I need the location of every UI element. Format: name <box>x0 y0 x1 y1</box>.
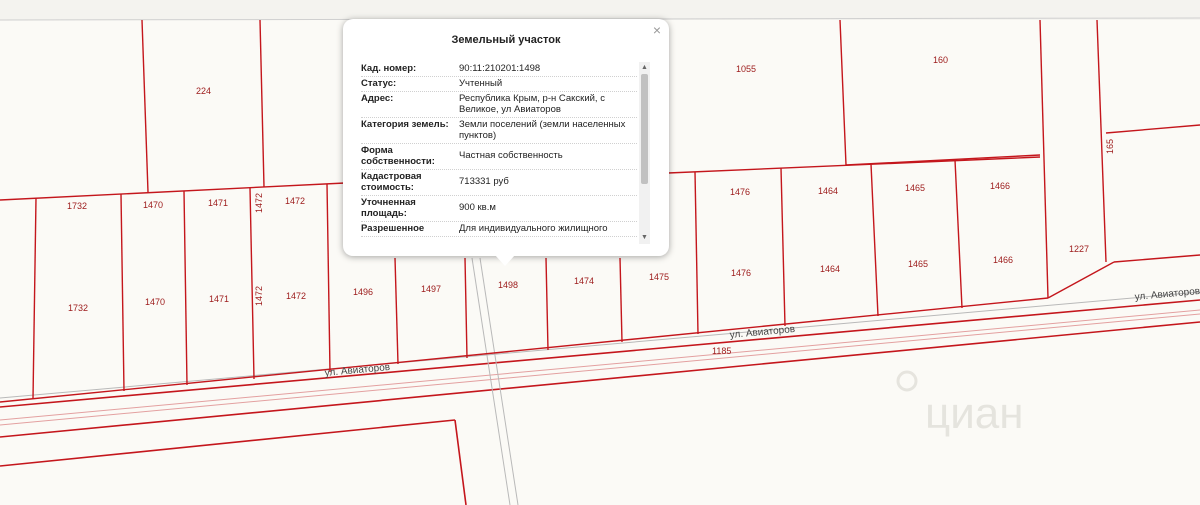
parcel-label: 1466 <box>990 181 1010 191</box>
parcel-label: 1732 <box>68 303 88 313</box>
attribute-row: Кад. номер: 90:11:210201:1498 <box>361 62 637 77</box>
watermark-text: циан <box>925 389 1024 438</box>
attribute-row: Адрес: Республика Крым, р-н Сакский, с В… <box>361 92 637 118</box>
parcel-label: 1472 <box>285 196 305 206</box>
attribute-key: Разрешенное <box>361 223 425 234</box>
attribute-key: Кад. номер: <box>361 63 417 74</box>
attribute-key: Категория земель: <box>361 119 449 130</box>
attribute-key: Уточненная площадь: <box>361 197 416 219</box>
parcel-label: 1464 <box>820 264 840 274</box>
attribute-row: Статус: Учтенный <box>361 77 637 92</box>
attribute-value: 713331 руб <box>459 176 509 187</box>
attribute-row: Разрешенное Для индивидуального жилищног… <box>361 222 637 237</box>
parcel-label: 1472 <box>254 286 264 306</box>
attribute-value: Земли поселений (земли населенных пункто… <box>459 119 626 141</box>
attribute-value: 900 кв.м <box>459 202 496 213</box>
attribute-row: Форма собственности: Частная собственнос… <box>361 144 637 170</box>
parcel-label: 1465 <box>908 259 928 269</box>
parcel-label: 1466 <box>993 255 1013 265</box>
parcel-label: 1055 <box>736 64 756 74</box>
attribute-key: Статус: <box>361 78 397 89</box>
parcel-label: 1476 <box>731 268 751 278</box>
parcel-label: 160 <box>933 55 948 65</box>
parcel-label: 165 <box>1105 139 1115 154</box>
parcel-label: 1474 <box>574 276 594 286</box>
scroll-up-icon[interactable]: ▲ <box>639 64 650 72</box>
popup-pointer <box>495 255 515 266</box>
watermark-logo: циан <box>896 370 1024 438</box>
close-icon[interactable]: × <box>653 22 661 38</box>
parcel-label: 1498 <box>498 280 518 290</box>
parcel-label: 1472 <box>286 291 306 301</box>
street-label: ул. Авиаторов <box>324 362 390 379</box>
attribute-key: Форма собственности: <box>361 145 435 167</box>
parcel-label: 1470 <box>145 297 165 307</box>
parcel-label: 1227 <box>1069 244 1089 254</box>
parcel-label: 1476 <box>730 187 750 197</box>
parcel-label: 1497 <box>421 284 441 294</box>
parcel-label: 1464 <box>818 186 838 196</box>
attribute-value: 90:11:210201:1498 <box>459 63 541 74</box>
attribute-value: Республика Крым, р-н Сакский, с Великое,… <box>459 93 605 115</box>
parcel-label: 1475 <box>649 272 669 282</box>
attribute-row: Категория земель: Земли поселений (земли… <box>361 118 637 144</box>
attribute-row: Уточненная площадь: 900 кв.м <box>361 196 637 222</box>
parcel-info-popup: Земельный участок × Кад. номер: 90:11:21… <box>343 19 669 266</box>
attribute-value: Для индивидуального жилищного <box>459 223 608 234</box>
scroll-thumb[interactable] <box>641 74 648 184</box>
parcel-label: 1496 <box>353 287 373 297</box>
parcel-label: 1465 <box>905 183 925 193</box>
attribute-key: Кадастровая стоимость: <box>361 171 422 193</box>
parcel-label: 1471 <box>208 198 228 208</box>
attribute-value: Частная собственность <box>459 150 563 161</box>
parcel-label: 224 <box>196 86 211 96</box>
attribute-row: Кадастровая стоимость: 713331 руб <box>361 170 637 196</box>
parcel-label: 1185 <box>712 346 731 356</box>
parcel-label: 1470 <box>143 200 163 210</box>
attribute-key: Адрес: <box>361 93 394 104</box>
scroll-down-icon[interactable]: ▼ <box>639 234 650 242</box>
popup-title: Земельный участок <box>451 34 561 46</box>
parcel-label: 1471 <box>209 294 229 304</box>
attribute-value: Учтенный <box>459 78 503 89</box>
popup-scrollbar[interactable]: ▲ ▼ <box>639 62 650 244</box>
parcel-label: 1732 <box>67 201 87 211</box>
parcel-label: 1472 <box>254 193 264 213</box>
popup-attribute-list[interactable]: Кад. номер: 90:11:210201:1498 Статус: Уч… <box>361 62 637 246</box>
